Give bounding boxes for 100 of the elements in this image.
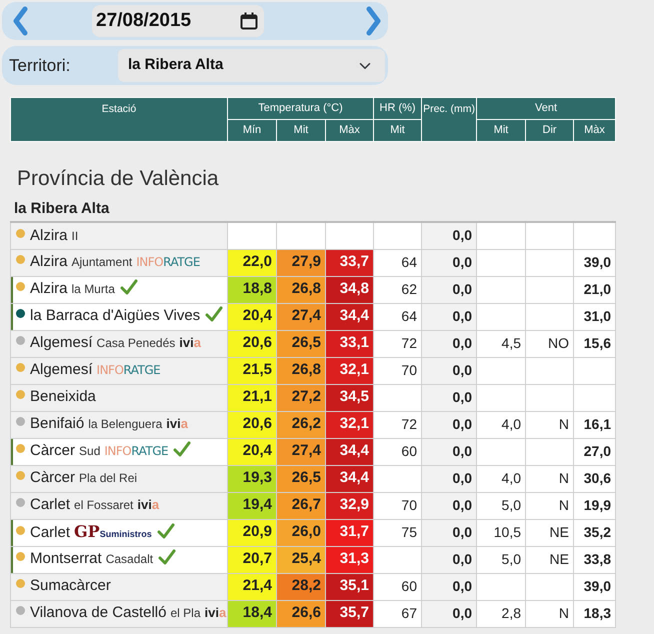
station-detail: Casa Penedés bbox=[96, 336, 176, 350]
column-header: Estació bbox=[10, 98, 228, 142]
station-cell[interactable]: la Barraca d'Aigües Vives bbox=[10, 303, 228, 330]
temperature-cell: 21,4 bbox=[228, 573, 276, 600]
brand-logo: ivia bbox=[204, 604, 226, 622]
table-cell: NO bbox=[526, 330, 574, 357]
station-name: Beneixida bbox=[30, 388, 96, 406]
temperature-cell: 33,7 bbox=[326, 249, 374, 276]
station-cell[interactable]: Alzira la Murta bbox=[10, 276, 228, 303]
table-cell: 0,0 bbox=[422, 384, 476, 411]
table-cell: 5,0 bbox=[476, 546, 526, 573]
station-name: Alzira bbox=[30, 226, 68, 244]
territory-label: Territori: bbox=[9, 54, 72, 77]
station-detail: el Pla bbox=[170, 606, 201, 620]
station-cell[interactable]: Algemesí INFORATGE bbox=[10, 357, 228, 384]
brand-logo: INFORATGE bbox=[136, 254, 200, 272]
table-cell: 0,0 bbox=[422, 357, 476, 384]
temperature-cell: 27,2 bbox=[276, 384, 326, 411]
column-header: Vent bbox=[476, 98, 616, 120]
station-cell[interactable]: Sumacàrcer bbox=[10, 573, 228, 600]
table-cell: 31,0 bbox=[574, 303, 616, 330]
temperature-cell: 26,8 bbox=[276, 357, 326, 384]
temperature-cell: 18,4 bbox=[228, 600, 276, 627]
temperature-cell: 31,3 bbox=[326, 546, 374, 573]
table-cell: 72 bbox=[374, 330, 422, 357]
table-cell: 0,0 bbox=[422, 438, 476, 465]
station-name: Montserrat bbox=[30, 550, 102, 568]
station-name: Càrcer bbox=[30, 469, 76, 486]
station-detail: la Murta bbox=[72, 282, 115, 296]
check-icon bbox=[120, 279, 138, 296]
table-cell: 0,0 bbox=[422, 276, 476, 303]
station-cell[interactable]: Benifaió la Belenguera ivia bbox=[10, 411, 228, 438]
temperature-cell: 26,2 bbox=[276, 411, 326, 438]
station-cell[interactable]: Alzira Ajuntament INFORATGE bbox=[10, 249, 228, 276]
table-cell: N bbox=[526, 600, 574, 627]
column-header: Mín bbox=[228, 120, 276, 142]
table-cell: 27,0 bbox=[574, 438, 616, 465]
temperature-cell: 27,4 bbox=[276, 438, 326, 465]
table-cell: 39,0 bbox=[574, 249, 616, 276]
date-field[interactable]: 27/08/2015 bbox=[92, 5, 264, 37]
temperature-cell: 27,4 bbox=[276, 303, 326, 330]
column-header: Temperatura (°C) bbox=[228, 98, 374, 120]
table-cell: 19,9 bbox=[574, 492, 616, 519]
temperature-cell: 34,4 bbox=[326, 438, 374, 465]
table-cell: 4,0 bbox=[476, 411, 526, 438]
station-cell[interactable]: Càrcer Sud INFORATGE bbox=[10, 438, 228, 465]
temperature-cell: 26,5 bbox=[276, 330, 326, 357]
station-detail: II bbox=[72, 228, 78, 242]
region-heading: la Ribera Alta bbox=[14, 200, 110, 218]
station-name: Algemesí bbox=[30, 334, 93, 352]
table-cell: 15,6 bbox=[574, 330, 616, 357]
table-cell: 21,0 bbox=[574, 276, 616, 303]
calendar-icon[interactable] bbox=[240, 12, 258, 30]
station-detail: Ajuntament bbox=[72, 255, 132, 270]
brand-logo: INFORATGE bbox=[104, 443, 168, 460]
table-cell: 0,0 bbox=[422, 330, 476, 357]
temperature-cell: 33,1 bbox=[326, 330, 374, 357]
temperature-cell: 20,6 bbox=[228, 330, 276, 357]
station-detail: Sud bbox=[79, 444, 100, 458]
table-cell: 0,0 bbox=[422, 222, 476, 249]
table-cell: 75 bbox=[374, 519, 422, 546]
column-header: HR (%) bbox=[374, 98, 422, 120]
temperature-cell: 34,5 bbox=[326, 384, 374, 411]
table-cell: 39,0 bbox=[574, 573, 616, 600]
table-cell: 0,0 bbox=[422, 303, 476, 330]
temperature-cell: 32,9 bbox=[326, 492, 374, 519]
temperature-cell: 34,8 bbox=[326, 276, 374, 303]
table-cell: 60 bbox=[374, 573, 422, 600]
station-cell[interactable]: Carlet GPSuministros bbox=[10, 519, 228, 546]
temperature-cell: 20,7 bbox=[228, 546, 276, 573]
station-detail: Pla del Rei bbox=[79, 471, 138, 486]
territory-select[interactable]: la Ribera Alta bbox=[118, 49, 385, 82]
table-cell: 5,0 bbox=[476, 492, 526, 519]
temperature-cell: 28,2 bbox=[276, 573, 326, 600]
station-cell[interactable]: Carlet el Fossaret ivia bbox=[10, 492, 228, 519]
temperature-cell: 34,4 bbox=[326, 303, 374, 330]
temperature-cell: 18,8 bbox=[228, 276, 276, 303]
check-icon bbox=[205, 306, 224, 322]
station-cell[interactable]: Algemesí Casa Penedés ivia bbox=[10, 330, 228, 357]
column-header: Dir bbox=[526, 120, 574, 142]
station-detail: Casadalt bbox=[106, 552, 154, 566]
station-cell[interactable]: Alzira II bbox=[10, 222, 228, 249]
column-header: Màx bbox=[574, 120, 616, 142]
station-name: Vilanova de Castelló bbox=[30, 604, 166, 622]
table-cell: 64 bbox=[374, 249, 422, 276]
table-cell: 33,8 bbox=[574, 546, 616, 573]
check-icon bbox=[158, 549, 176, 566]
temperature-cell: 21,5 bbox=[228, 357, 276, 384]
station-cell[interactable]: Càrcer Pla del Rei bbox=[10, 465, 228, 492]
temperature-cell: 32,1 bbox=[326, 411, 374, 438]
station-cell[interactable]: Vilanova de Castelló el Pla ivia bbox=[10, 600, 228, 627]
temperature-cell: 19,4 bbox=[228, 492, 276, 519]
station-cell[interactable]: Beneixida bbox=[10, 384, 228, 411]
temperature-cell: 25,4 bbox=[276, 546, 326, 573]
table-cell: NE bbox=[526, 546, 574, 573]
table-cell: 0,0 bbox=[422, 249, 476, 276]
brand-logo: INFORATGE bbox=[96, 362, 160, 380]
station-name: Sumacàrcer bbox=[30, 577, 111, 594]
temperature-cell: 26,5 bbox=[276, 465, 326, 492]
station-cell[interactable]: Montserrat Casadalt bbox=[10, 546, 228, 573]
